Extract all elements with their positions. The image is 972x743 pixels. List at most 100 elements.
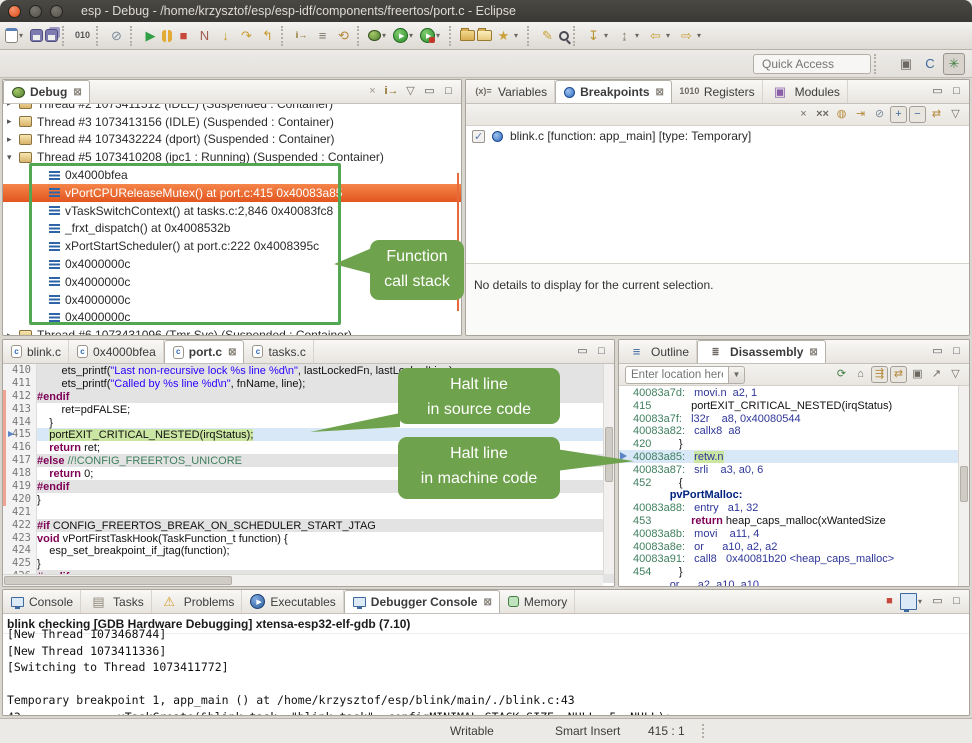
restart-icon[interactable]: ⟲	[334, 26, 353, 45]
disassembly-line[interactable]: 40083a88: entry a1, 32	[619, 501, 969, 514]
disassembly-line[interactable]: 40083a7d: movi.n a2, 1	[619, 386, 969, 399]
location-dropdown-icon[interactable]: ▼	[729, 366, 745, 384]
resume-icon[interactable]: ▶	[141, 26, 160, 45]
console-tab-console[interactable]: Console	[3, 590, 81, 613]
disassembly-line[interactable]: pvPortMalloc:	[619, 488, 969, 501]
close-tab-icon[interactable]: ⊠	[809, 347, 817, 358]
gutter-line-number[interactable]: 423	[3, 532, 36, 545]
window-close-button[interactable]	[8, 5, 21, 18]
view-menu-icon[interactable]: ▽	[947, 106, 964, 123]
terminate-icon[interactable]: ■	[881, 593, 898, 610]
breakpoints-tab-modules[interactable]: ▣Modules	[763, 80, 848, 103]
disassembly-tab-disassembly[interactable]: ≣Disassembly⊠	[697, 340, 826, 363]
forward-icon[interactable]: ⇨	[677, 26, 696, 45]
skip-all-breakpoints-icon[interactable]: ⊘	[871, 106, 888, 123]
gutter-line-number[interactable]: 424	[3, 544, 36, 557]
annotation-navigation-icon[interactable]: ↨	[615, 26, 634, 45]
goto-file-icon[interactable]: ⇥	[852, 106, 869, 123]
disconnect-icon[interactable]: N	[195, 26, 214, 45]
remove-breakpoint-icon[interactable]: ×	[795, 106, 812, 123]
breakpoint-item[interactable]: blink.c [function: app_main] [type: Temp…	[466, 126, 969, 146]
minimize-icon[interactable]: ▭	[929, 343, 946, 360]
disassembly-line[interactable]: 40083a82: callx8 a8	[619, 424, 969, 437]
debug-launch-tree[interactable]: ▸Thread #2 1073411512 (IDLE) (Suspended …	[3, 104, 461, 335]
external-tools-icon[interactable]	[420, 28, 435, 43]
stack-frame-row[interactable]: vTaskSwitchContext() at tasks.c:2,846 0x…	[3, 202, 461, 220]
view-menu-icon[interactable]: ▽	[947, 366, 964, 383]
close-tab-icon[interactable]: ⊠	[228, 347, 236, 358]
expand-arrow-icon[interactable]: ▸	[7, 116, 19, 127]
location-input[interactable]	[625, 366, 729, 384]
code-line[interactable]: esp_set_breakpoint_if_jtag(function);	[37, 544, 614, 557]
refresh-icon[interactable]: ⟳	[833, 366, 850, 383]
view-menu-icon[interactable]: ▽	[402, 83, 419, 100]
run-dropdown-icon[interactable]	[393, 28, 408, 43]
debug-dropdown-icon[interactable]	[368, 30, 381, 41]
display-console-icon[interactable]	[900, 593, 917, 610]
thread-row[interactable]: ▸Thread #6 1073431096 (Tmr Svc) (Suspend…	[3, 326, 461, 335]
thread-row[interactable]: ▸Thread #2 1073411512 (IDLE) (Suspended …	[3, 104, 461, 113]
console-tab-debugger-console[interactable]: Debugger Console⊠	[344, 590, 500, 613]
sync-context-icon[interactable]: ⇄	[890, 366, 907, 383]
disassembly-line[interactable]: 40083a7f: l32r a8, 0x40080544	[619, 412, 969, 425]
pin-view-icon[interactable]: ↗	[928, 366, 945, 383]
expand-arrow-icon[interactable]: ▸	[7, 330, 19, 335]
dropdown-arrow-icon[interactable]: ▾	[382, 31, 390, 40]
disassembly-code[interactable]: 40083a7d: movi.n a2, 1415 portEXIT_CRITI…	[619, 386, 969, 586]
gutter-line-number[interactable]: 416	[3, 441, 36, 454]
gutter-line-number[interactable]: 425	[3, 557, 36, 570]
search-icon[interactable]	[559, 31, 569, 41]
editor-tab-port-c[interactable]: cport.c⊠	[164, 340, 245, 363]
code-line[interactable]: void vPortFirstTaskHook(TaskFunction_t f…	[37, 532, 614, 545]
gutter-line-number[interactable]: 411	[3, 377, 36, 390]
gutter-line-number[interactable]: 413	[3, 403, 36, 416]
minimize-icon[interactable]: ▭	[421, 83, 438, 100]
step-into-icon[interactable]: ↓	[216, 26, 235, 45]
gutter-line-number[interactable]: 418	[3, 467, 36, 480]
close-tab-icon[interactable]: ⊠	[483, 597, 491, 608]
quick-access-input[interactable]	[753, 54, 871, 74]
thread-row[interactable]: ▸Thread #4 1073432224 (dport) (Suspended…	[3, 131, 461, 149]
editor-tab-0x4000bfea[interactable]: c0x4000bfea	[69, 340, 164, 363]
editor-hscrollbar[interactable]	[3, 574, 603, 586]
disassembly-line[interactable]: 415 portEXIT_CRITICAL_NESTED(irqStatus)	[619, 399, 969, 412]
dropdown-arrow-icon[interactable]: ▾	[918, 597, 926, 606]
open-element-icon[interactable]: ✎	[538, 26, 557, 45]
gutter-line-number[interactable]: 420	[3, 493, 36, 506]
disassembly-line[interactable]: 40083a8b: movi a11, 4	[619, 527, 969, 540]
code-line[interactable]: #if CONFIG_FREERTOS_BREAK_ON_SCHEDULER_S…	[37, 519, 614, 532]
expand-arrow-icon[interactable]: ▾	[7, 152, 19, 163]
window-minimize-button[interactable]	[29, 5, 42, 18]
step-return-icon[interactable]: ↰	[258, 26, 277, 45]
editor-vscrollbar[interactable]	[603, 364, 614, 574]
close-tab-icon[interactable]: ⊠	[73, 87, 81, 98]
debug-perspective-icon[interactable]: ✳	[943, 53, 965, 75]
disassembly-line[interactable]: 452 {	[619, 476, 969, 489]
console-output[interactable]: blink checking [GDB Hardware Debugging] …	[3, 614, 969, 715]
expand-arrow-icon[interactable]: ▸	[7, 134, 19, 145]
home-icon[interactable]: ⌂	[852, 366, 869, 383]
editor-tab-blink-c[interactable]: cblink.c	[3, 340, 69, 363]
save-icon[interactable]	[30, 29, 43, 42]
dropdown-arrow-icon[interactable]: ▾	[666, 31, 674, 40]
breakpoints-tab-breakpoints[interactable]: Breakpoints⊠	[555, 80, 672, 103]
console-tab-problems[interactable]: ⚠Problems	[152, 590, 243, 613]
suspend-icon[interactable]	[162, 30, 172, 42]
window-maximize-button[interactable]	[50, 5, 63, 18]
close-tab-icon[interactable]: ⊠	[656, 87, 664, 98]
disassembly-line[interactable]: 453 return heap_caps_malloc(xWantedSize	[619, 514, 969, 527]
tab-debug[interactable]: Debug ⊠	[3, 80, 90, 103]
maximize-icon[interactable]: □	[593, 343, 610, 360]
dropdown-arrow-icon[interactable]: ▾	[604, 31, 612, 40]
remove-all-terminated-icon[interactable]: ×	[364, 83, 381, 100]
gutter-line-number[interactable]: 415	[3, 428, 36, 441]
stack-frame-row[interactable]: vPortCPUReleaseMutex() at port.c:415 0x4…	[3, 184, 461, 202]
back-icon[interactable]: ⇦	[646, 26, 665, 45]
remove-all-breakpoints-icon[interactable]: ××	[814, 106, 831, 123]
stack-frame-row[interactable]: _frxt_dispatch() at 0x4008532b	[3, 220, 461, 238]
expand-arrow-icon[interactable]: ▸	[7, 104, 19, 109]
disassembly-line[interactable]: 40083a85: retw.n	[619, 450, 969, 463]
disassembly-line[interactable]: 420 }	[619, 437, 969, 450]
gutter-line-number[interactable]: 410	[3, 364, 36, 377]
collapse-all-icon[interactable]: −	[909, 106, 926, 123]
